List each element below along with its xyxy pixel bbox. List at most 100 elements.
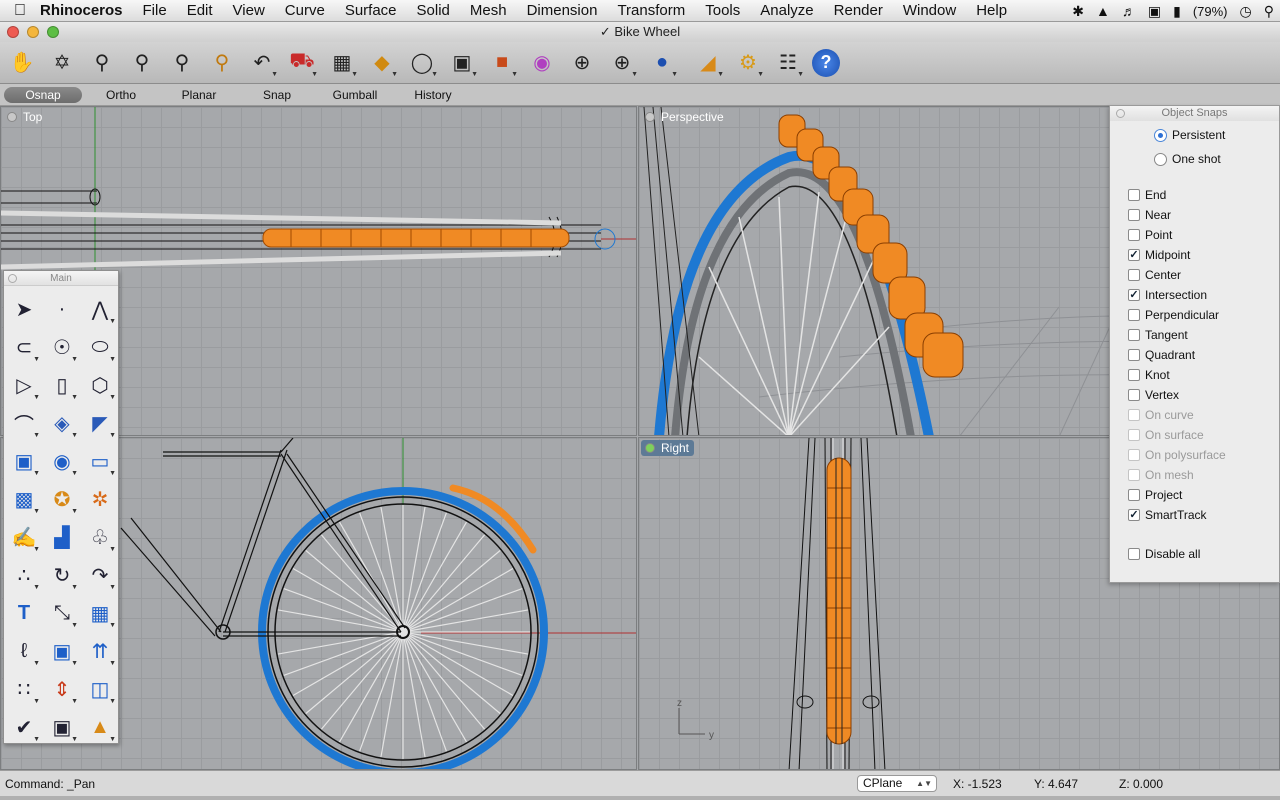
wifi-icon[interactable]: ▲ <box>1096 3 1110 19</box>
fillet-curve-icon[interactable]: ⌒ ▼ <box>6 404 42 442</box>
puzzle-join-icon[interactable]: ✪ ▼ <box>44 480 80 518</box>
palette-close-button[interactable] <box>8 274 17 283</box>
menu-mesh[interactable]: Mesh <box>460 2 517 19</box>
snap-option[interactable]: Center <box>1128 267 1181 283</box>
surface-from-points-icon[interactable]: ◈ ▼ <box>44 404 80 442</box>
snap-option[interactable]: Tangent <box>1128 327 1188 343</box>
snap-checkbox[interactable] <box>1128 189 1140 201</box>
command-line[interactable]: Command: _Pan <box>5 777 95 791</box>
point-icon[interactable]: · <box>44 290 80 328</box>
snap-checkbox[interactable] <box>1128 369 1140 381</box>
snap-option[interactable]: Quadrant <box>1128 347 1195 363</box>
snap-checkbox[interactable]: ✓ <box>1128 249 1140 261</box>
snap-checkbox[interactable] <box>1128 269 1140 281</box>
undo-view-icon[interactable]: ↶ ▼ <box>246 47 278 79</box>
snap-checkbox[interactable]: ✓ <box>1128 509 1140 521</box>
menu-render[interactable]: Render <box>824 2 893 19</box>
wireframe-sphere-icon[interactable]: ⊕ <box>566 47 598 79</box>
lock-icon[interactable]: ▣ ▼ <box>446 47 478 79</box>
curve-icon[interactable]: ⊂ ▼ <box>6 328 42 366</box>
offset-curve-icon[interactable]: ↷ ▼ <box>82 556 118 594</box>
menu-tools[interactable]: Tools <box>695 2 750 19</box>
scale-icon[interactable]: ⤡ ▼ <box>44 594 80 632</box>
analyze-surface-icon[interactable]: ◫ ▼ <box>82 670 118 708</box>
menu-window[interactable]: Window <box>893 2 966 19</box>
viewport-menu-icon[interactable] <box>7 112 17 122</box>
snap-option[interactable]: Project <box>1128 487 1182 503</box>
extrude-surface-icon[interactable]: ◤ ▼ <box>82 404 118 442</box>
snap-checkbox[interactable] <box>1128 489 1140 501</box>
menu-view[interactable]: View <box>223 2 275 19</box>
layer-icon[interactable]: ■ ▼ <box>486 47 518 79</box>
snap-checkbox[interactable] <box>1128 309 1140 321</box>
color-wheel-icon[interactable]: ◉ <box>526 47 558 79</box>
osnap-toggle[interactable]: Osnap <box>4 86 82 103</box>
trim-icon[interactable]: ✍ ▼ <box>6 518 42 556</box>
spotlight-search-icon[interactable]: ⚲ <box>1264 3 1274 20</box>
shaded-sphere-icon[interactable]: ⊕ ▼ <box>606 47 638 79</box>
check-icon[interactable]: ✔ ▼ <box>6 708 42 746</box>
light-bulb-icon[interactable]: ◯ ▼ <box>406 47 438 79</box>
grid-array-icon[interactable]: ∷ ▼ <box>6 670 42 708</box>
snap-option[interactable]: ✓ Intersection <box>1128 287 1207 303</box>
menu-solid[interactable]: Solid <box>407 2 460 19</box>
zoom-selected-icon[interactable]: ⚲ <box>206 47 238 79</box>
properties-tree-icon[interactable]: ☷ ▼ <box>772 47 804 79</box>
menu-dimension[interactable]: Dimension <box>517 2 608 19</box>
pan-hand-icon[interactable]: ✋ <box>6 47 38 79</box>
panel-close-button[interactable] <box>1116 109 1125 118</box>
sphere-icon[interactable]: ◉ ▼ <box>44 442 80 480</box>
snap-checkbox[interactable]: ✓ <box>1128 289 1140 301</box>
zoom-window-icon[interactable]: ⚲ <box>126 47 158 79</box>
menu-curve[interactable]: Curve <box>275 2 335 19</box>
align-icon[interactable]: ⇕ ▼ <box>44 670 80 708</box>
box-icon[interactable]: ▣ ▼ <box>6 442 42 480</box>
input-menu-icon[interactable]: ▣ <box>1148 3 1161 20</box>
disable-all-option[interactable]: Disable all <box>1128 546 1200 562</box>
group-icon[interactable]: ∴ ▼ <box>6 556 42 594</box>
block-icon[interactable]: ▣ ▼ <box>44 632 80 670</box>
snap-option[interactable]: Knot <box>1128 367 1170 383</box>
snap-option[interactable]: Perpendicular <box>1128 307 1219 323</box>
menu-analyze[interactable]: Analyze <box>750 2 823 19</box>
snap-option[interactable]: Point <box>1128 227 1172 243</box>
zoom-dynamic-icon[interactable]: ⚲ <box>86 47 118 79</box>
viewport-title-top[interactable]: Top <box>3 109 47 125</box>
one-shot-option[interactable]: One shot <box>1154 152 1221 166</box>
set-cplane-icon[interactable]: ◆ ▼ <box>366 47 398 79</box>
volume-icon[interactable]: ♬ <box>1122 3 1136 19</box>
disable-all-checkbox[interactable] <box>1128 548 1140 560</box>
cplane-select[interactable]: CPlane ▲▼ <box>857 775 937 792</box>
explode-icon[interactable]: ✲ <box>82 480 118 518</box>
solid-tools-icon[interactable]: ▣ ▼ <box>44 708 80 746</box>
close-window-button[interactable] <box>7 26 19 38</box>
menu-help[interactable]: Help <box>966 2 1017 19</box>
persistent-radio[interactable] <box>1154 128 1167 142</box>
menu-file[interactable]: File <box>133 2 177 19</box>
options-gear-icon[interactable]: ⚙ ▼ <box>732 47 764 79</box>
menu-transform[interactable]: Transform <box>607 2 695 19</box>
polyline-icon[interactable]: ⋀ ▼ <box>82 290 118 328</box>
split-icon[interactable]: ▟ <box>44 518 80 556</box>
snap-checkbox[interactable] <box>1128 349 1140 361</box>
snap-option[interactable]: End <box>1128 187 1166 203</box>
viewport-title-right[interactable]: Right <box>641 440 695 456</box>
cplane-grid-icon[interactable]: ▦ ▼ <box>326 47 358 79</box>
history-toggle[interactable]: History <box>394 87 472 103</box>
rotate-icon[interactable]: ↻ ▼ <box>44 556 80 594</box>
rotate-view-icon[interactable]: ✡ <box>46 47 78 79</box>
select-arrow-icon[interactable]: ➤ <box>6 290 42 328</box>
zoom-extents-icon[interactable]: ⚲ <box>166 47 198 79</box>
app-menu[interactable]: Rhinoceros <box>40 2 123 19</box>
mesh-plane-icon[interactable]: ▩ ▼ <box>6 480 42 518</box>
snap-checkbox[interactable] <box>1128 389 1140 401</box>
help-icon[interactable]: ? <box>812 48 840 77</box>
snap-checkbox[interactable] <box>1128 229 1140 241</box>
array-icon[interactable]: ▦ ▼ <box>82 594 118 632</box>
snap-toggle[interactable]: Snap <box>238 87 316 103</box>
snap-option[interactable]: Vertex <box>1128 387 1179 403</box>
named-views-car-icon[interactable]: ⛟ ▼ <box>286 47 318 79</box>
viewport-title-perspective[interactable]: Perspective <box>641 109 729 125</box>
snap-checkbox[interactable] <box>1128 209 1140 221</box>
arc-icon[interactable]: ▷ ▼ <box>6 366 42 404</box>
